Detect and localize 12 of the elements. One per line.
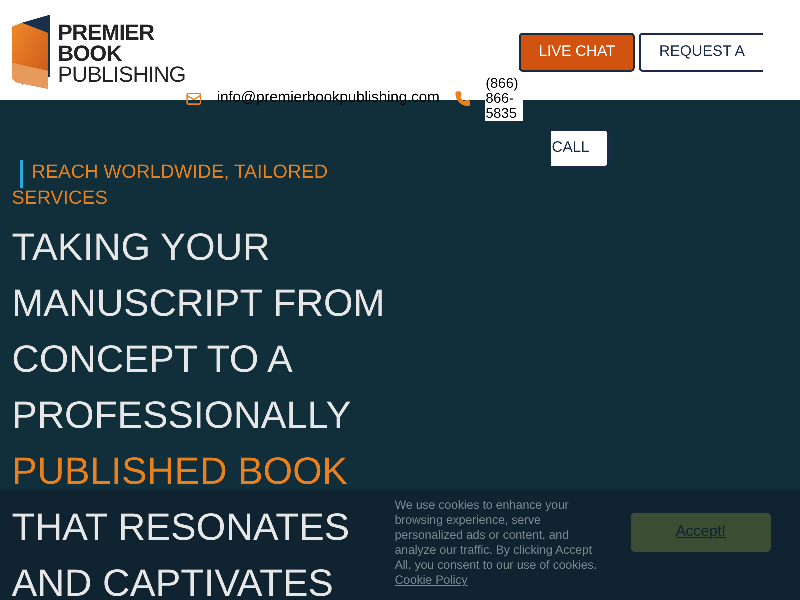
tagline: REACH WORLDWIDE, TAILORED SERVICES [12,161,329,211]
mail-icon [186,90,202,106]
book-logo-icon [12,15,52,91]
hero-headline: TAKING YOUR MANUSCRIPT FROM CONCEPT TO A PROFESSIONALLY PUBLISHED BOOK THAT RESONATES AND CAPTIVATES [12,226,385,600]
live-chat-button[interactable]: LIVE CHAT [519,33,636,72]
phone-icon [454,90,471,106]
cookie-notice: We use cookies to enhance your browsing experience, serve personalized ads or content, and analyze our traffic. By clicking Accept All, you consent to our use of cookies. [395,498,598,573]
logo-wordmark: PREMIER BOOK PUBLISHING [58,22,186,84]
call-button[interactable]: CALL [551,129,609,168]
phone-link[interactable]: (866) 866-5835 [484,76,523,121]
request-button[interactable]: REQUEST A [639,33,763,72]
cookie-policy-link[interactable]: Cookie Policy [395,573,468,588]
